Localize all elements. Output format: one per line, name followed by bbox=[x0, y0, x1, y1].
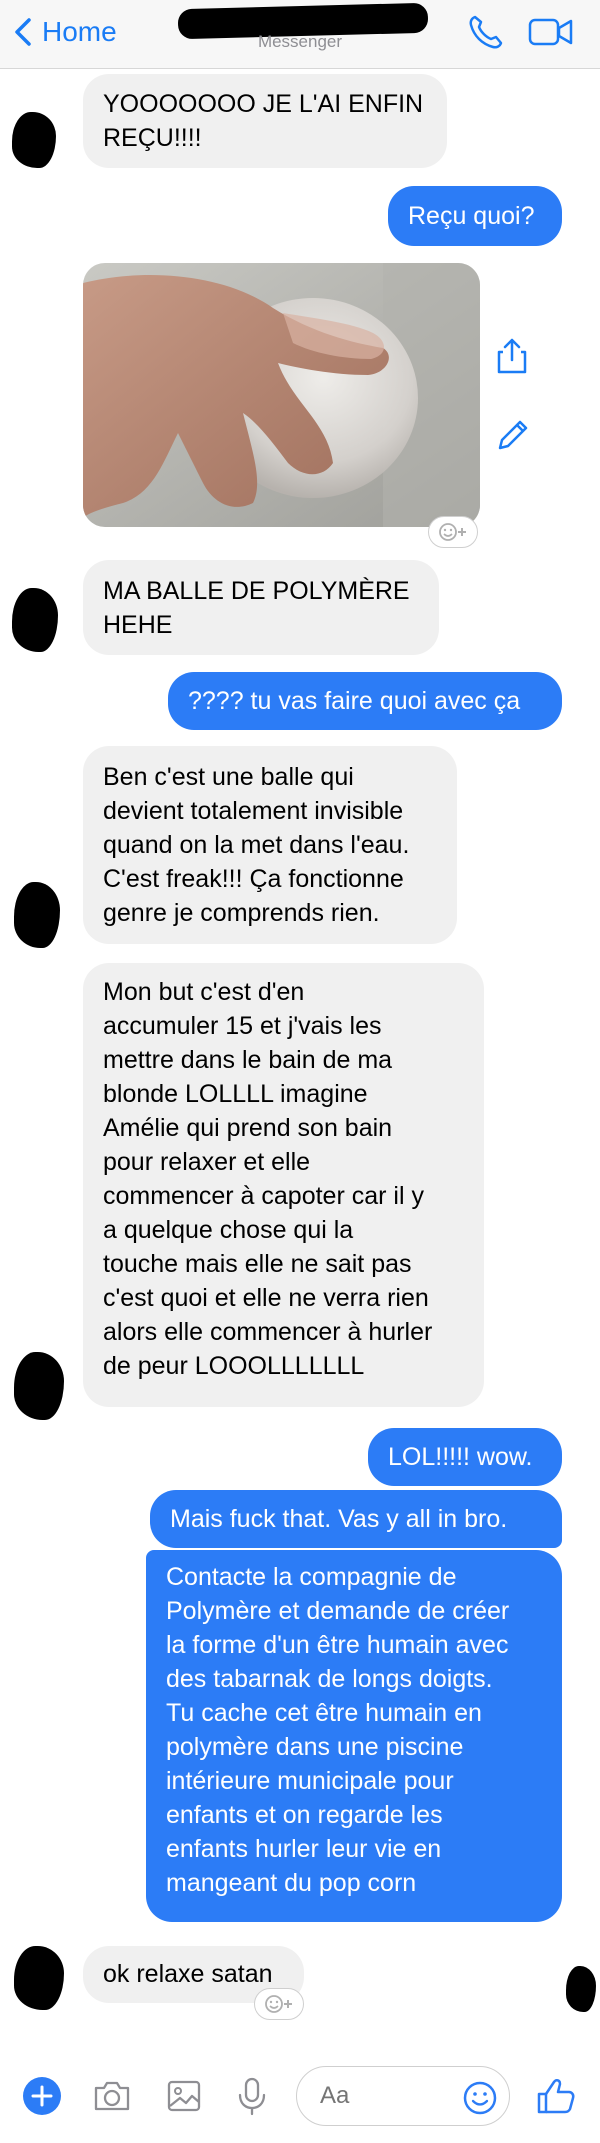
pencil-icon[interactable] bbox=[492, 416, 532, 456]
message-bubble-incoming: MA BALLE DE POLYMÈRE HEHE bbox=[83, 560, 439, 655]
message-photo[interactable] bbox=[83, 263, 480, 527]
share-icon[interactable] bbox=[492, 336, 532, 376]
add-reaction-icon[interactable] bbox=[428, 516, 478, 548]
phone-icon[interactable] bbox=[466, 12, 506, 52]
message-bubble-outgoing: Reçu quoi? bbox=[388, 186, 562, 246]
avatar bbox=[14, 1352, 64, 1420]
polymer-ball-photo bbox=[83, 263, 480, 527]
header-subtitle: Messenger bbox=[257, 32, 343, 51]
plus-icon[interactable] bbox=[20, 2074, 64, 2118]
avatar bbox=[14, 882, 60, 948]
avatar bbox=[12, 588, 58, 652]
microphone-icon[interactable] bbox=[230, 2074, 274, 2118]
message-bubble-incoming: Mon but c'est d'en accumuler 15 et j'vai… bbox=[83, 963, 484, 1407]
thumbs-up-icon[interactable] bbox=[534, 2074, 578, 2118]
emoji-icon[interactable] bbox=[462, 2080, 498, 2116]
camera-icon[interactable] bbox=[90, 2074, 134, 2118]
message-bubble-outgoing: LOL!!!!! wow. bbox=[368, 1428, 562, 1486]
message-bubble-outgoing: Contacte la compagnie de Polymère et dem… bbox=[146, 1550, 562, 1922]
message-bubble-incoming: Ben c'est une balle qui devient totaleme… bbox=[83, 746, 457, 944]
message-bubble-incoming: YOOOOOOO JE L'AI ENFIN REÇU!!!! bbox=[83, 74, 447, 168]
read-receipt-avatar bbox=[566, 1966, 596, 2012]
add-reaction-icon[interactable] bbox=[254, 1988, 304, 2020]
avatar bbox=[14, 1946, 64, 2010]
video-camera-icon[interactable] bbox=[528, 14, 574, 50]
image-icon[interactable] bbox=[162, 2074, 206, 2118]
message-bubble-outgoing: ???? tu vas faire quoi avec ça bbox=[168, 672, 562, 730]
avatar bbox=[12, 112, 56, 168]
message-bubble-outgoing: Mais fuck that. Vas y all in bro. bbox=[150, 1490, 562, 1548]
message-input[interactable] bbox=[318, 2080, 462, 2112]
